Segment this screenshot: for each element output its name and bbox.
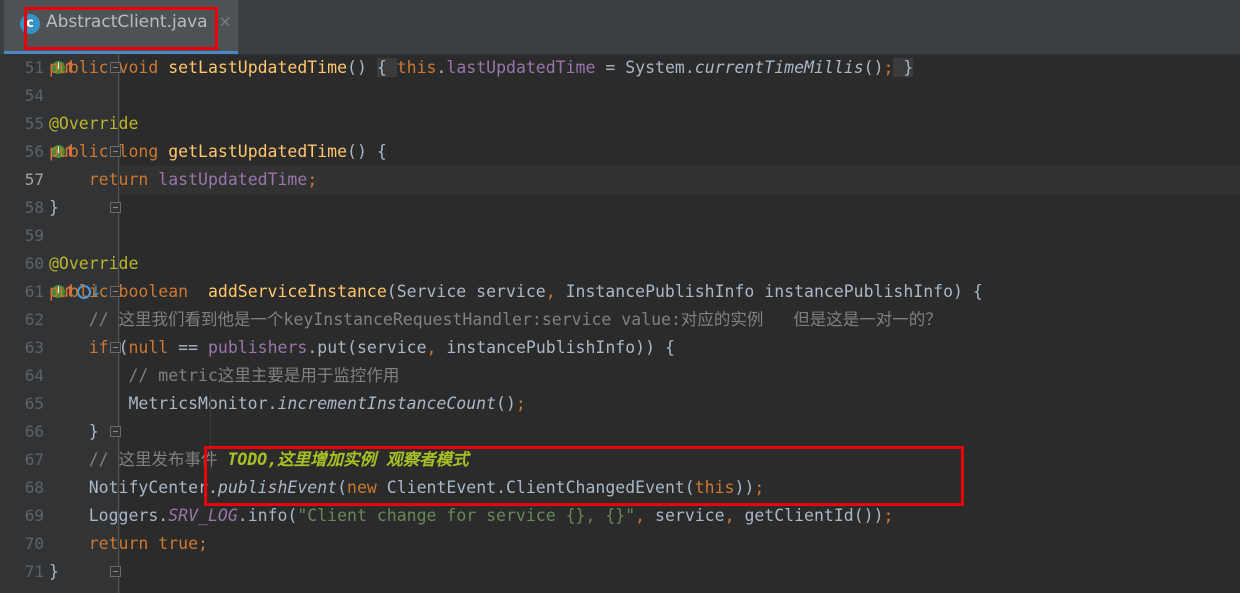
code-text[interactable]: } xyxy=(49,558,59,586)
code-text[interactable]: public boolean addServiceInstance(Servic… xyxy=(49,278,983,306)
tab-highlight-box xyxy=(24,7,218,50)
code-line-61[interactable]: 61 I ↑ ↓ public boolean addServiceInstance(S… xyxy=(0,278,1240,306)
code-line-71[interactable]: 71} xyxy=(0,558,1240,586)
code-line-bg xyxy=(120,194,1240,222)
code-line-60[interactable]: 60 @Override xyxy=(0,250,1240,278)
code-line-54[interactable]: 54 xyxy=(0,82,1240,110)
fold-toggle-icon[interactable] xyxy=(110,426,121,437)
line-number: 60 xyxy=(24,254,44,273)
line-number: 70 xyxy=(24,534,44,553)
code-text[interactable]: MetricsMonitor.incrementInstanceCount(); xyxy=(49,390,525,418)
fold-toggle-icon[interactable] xyxy=(110,566,121,577)
line-number: 67 xyxy=(24,450,44,469)
code-line-bg xyxy=(120,530,1240,558)
line-number: 66 xyxy=(24,422,44,441)
code-line-56[interactable]: 56 I ↑ public long getLastUpdatedTime() { xyxy=(0,138,1240,166)
line-number: 59 xyxy=(24,226,44,245)
code-text[interactable]: @Override xyxy=(49,250,138,278)
code-line-57[interactable]: 57 return lastUpdatedTime; xyxy=(0,166,1240,194)
code-text[interactable]: if (null == publishers.put(service, inst… xyxy=(49,334,675,362)
code-text[interactable]: } xyxy=(49,418,99,446)
code-line-70[interactable]: 70 return true; xyxy=(0,530,1240,558)
line-number: 69 xyxy=(24,506,44,525)
code-text[interactable]: // metric这里主要是用于监控作用 xyxy=(49,362,399,390)
line-number: 71 xyxy=(24,562,44,581)
code-line-59[interactable]: 59 xyxy=(0,222,1240,250)
code-line-bg xyxy=(120,82,1240,110)
line-number: 55 xyxy=(24,114,44,133)
line-number: 57 xyxy=(24,170,44,189)
code-text[interactable]: return lastUpdatedTime; xyxy=(49,166,318,194)
line-number: 68 xyxy=(24,478,44,497)
code-text[interactable]: public long getLastUpdatedTime() { xyxy=(49,138,387,166)
code-line-55[interactable]: 55 @Override xyxy=(0,110,1240,138)
editor-tab-bar: c AbstractClient.java × xyxy=(0,0,1240,55)
code-text[interactable]: public void setLastUpdatedTime() { this.… xyxy=(49,54,914,82)
line-number: 62 xyxy=(24,310,44,329)
code-text[interactable]: return true; xyxy=(49,530,208,558)
line-number: 56 xyxy=(24,142,44,161)
line-number: 58 xyxy=(24,198,44,217)
code-line-bg xyxy=(120,558,1240,586)
code-line-65[interactable]: 65 MetricsMonitor.incrementInstanceCount… xyxy=(0,390,1240,418)
line-number: 61 xyxy=(24,282,44,301)
code-line-66[interactable]: 66 } xyxy=(0,418,1240,446)
code-line-bg xyxy=(120,418,1240,446)
code-line-bg xyxy=(120,222,1240,250)
code-text[interactable]: } xyxy=(49,194,59,222)
code-line-62[interactable]: 62 // 这里我们看到他是一个keyInstanceRequestHandle… xyxy=(0,306,1240,334)
code-highlight-box xyxy=(204,446,964,506)
line-number: 65 xyxy=(24,394,44,413)
code-line-64[interactable]: 64 // metric这里主要是用于监控作用 xyxy=(0,362,1240,390)
code-editor[interactable]: 51 I ↑ public void setLastUpdatedTime() { t… xyxy=(0,54,1240,593)
code-line-69[interactable]: 69 Loggers.SRV_LOG.info("Client change f… xyxy=(0,502,1240,530)
fold-toggle-icon[interactable] xyxy=(110,202,121,213)
code-line-58[interactable]: 58} xyxy=(0,194,1240,222)
code-line-bg xyxy=(120,110,1240,138)
code-text[interactable]: Loggers.SRV_LOG.info("Client change for … xyxy=(49,502,894,530)
line-number: 64 xyxy=(24,366,44,385)
code-line-63[interactable]: 63 if (null == publishers.put(service, i… xyxy=(0,334,1240,362)
line-number: 63 xyxy=(24,338,44,357)
line-number: 51 xyxy=(24,58,44,77)
code-text[interactable]: @Override xyxy=(49,110,138,138)
close-icon[interactable]: × xyxy=(218,12,232,32)
line-number: 54 xyxy=(24,86,44,105)
code-line-51[interactable]: 51 I ↑ public void setLastUpdatedTime() { t… xyxy=(0,54,1240,82)
code-line-bg xyxy=(120,250,1240,278)
code-text[interactable]: // 这里我们看到他是一个keyInstanceRequestHandler:s… xyxy=(49,306,942,334)
